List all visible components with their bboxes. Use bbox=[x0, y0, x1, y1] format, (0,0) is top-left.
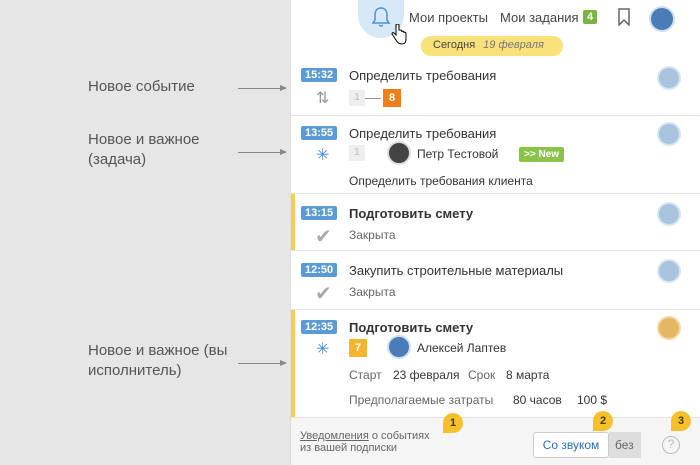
snowflake-icon: ✳ bbox=[316, 147, 330, 164]
notifications-link[interactable]: Уведомления bbox=[300, 430, 369, 442]
start-date: 23 февраля bbox=[393, 368, 460, 382]
event-title[interactable]: Подготовить смету bbox=[349, 206, 473, 221]
annotation-arrow bbox=[238, 149, 287, 155]
author-avatar bbox=[657, 259, 681, 283]
annotation-new-important-assignee: Новое и важное (вы исполнитель) bbox=[88, 342, 228, 379]
counter-orange: 8 bbox=[383, 89, 401, 107]
event-item[interactable]: 15:32 Определить требования ⇅ 1 8 bbox=[291, 60, 700, 116]
due-label: Срок bbox=[468, 368, 496, 382]
today-divider: Сегодня 19 февраля bbox=[421, 36, 563, 56]
footer-text-1: о событиях bbox=[371, 430, 430, 442]
cost-hours: 80 часов bbox=[513, 393, 562, 407]
help-icon[interactable]: ? bbox=[662, 436, 680, 454]
panel-header: Мои проекты Мои задания 4 Сегодня 19 февр… bbox=[291, 0, 700, 60]
swap-arrows-icon: ⇅ bbox=[316, 90, 330, 107]
event-item[interactable]: 13:15 Подготовить смету ✔ Закрыта bbox=[291, 194, 700, 251]
divider-line bbox=[365, 98, 381, 99]
cost-label: Предполагаемые затраты bbox=[349, 393, 494, 407]
annotation-arrow bbox=[238, 85, 287, 91]
hand-cursor-icon bbox=[391, 24, 407, 45]
today-date: 19 февраля bbox=[483, 39, 544, 51]
author-avatar bbox=[657, 202, 681, 226]
person-name[interactable]: Алексей Лаптев bbox=[417, 341, 506, 355]
my-projects-link[interactable]: Мои проекты bbox=[409, 10, 488, 25]
counter-gray: 1 bbox=[349, 90, 365, 106]
callout-bubble: 1 bbox=[443, 413, 463, 433]
event-time: 12:35 bbox=[301, 320, 338, 334]
event-description: Определить требования клиента bbox=[349, 174, 533, 188]
event-status: Закрыта bbox=[349, 285, 396, 299]
author-avatar bbox=[657, 66, 681, 90]
event-item[interactable]: 13:55 Определить требования ✳ 1 Петр Тес… bbox=[291, 116, 700, 194]
counter-yellow: 7 bbox=[349, 339, 367, 357]
today-label: Сегодня bbox=[433, 39, 476, 51]
callout-bubble: 3 bbox=[671, 411, 691, 431]
checkmark-icon: ✔ bbox=[315, 226, 332, 248]
checkmark-icon: ✔ bbox=[315, 283, 332, 305]
footer-text-2: из вашей подписки bbox=[300, 442, 398, 454]
event-title[interactable]: Закупить строительные материалы bbox=[349, 263, 563, 278]
user-avatar[interactable] bbox=[649, 6, 675, 32]
counter-gray: 1 bbox=[349, 145, 365, 161]
event-time: 15:32 bbox=[301, 68, 338, 82]
event-item[interactable]: 12:35 Подготовить смету ✳ 7 Алексей Лапт… bbox=[291, 310, 700, 418]
annotation-pane: Новое событие Новое и важное (задача) Но… bbox=[0, 0, 290, 465]
start-label: Старт bbox=[349, 368, 382, 382]
bookmark-icon[interactable] bbox=[617, 8, 631, 26]
annotation-arrow bbox=[238, 360, 287, 366]
new-badge: >> New bbox=[519, 147, 565, 162]
notification-panel: Мои проекты Мои задания 4 Сегодня 19 февр… bbox=[290, 0, 700, 465]
person-avatar bbox=[387, 335, 411, 359]
event-title[interactable]: Определить требования bbox=[349, 126, 496, 141]
event-title[interactable]: Определить требования bbox=[349, 68, 496, 83]
footer-subscription-text: Уведомления о событиях из вашей подписки bbox=[300, 430, 430, 454]
callout-bubble: 2 bbox=[593, 411, 613, 431]
event-time: 13:55 bbox=[301, 126, 338, 140]
bell-icon bbox=[371, 7, 391, 27]
event-title[interactable]: Подготовить смету bbox=[349, 320, 473, 335]
event-time: 12:50 bbox=[301, 263, 338, 277]
event-item[interactable]: 12:50 Закупить строительные материалы ✔ … bbox=[291, 251, 700, 310]
person-name[interactable]: Петр Тестовой bbox=[417, 147, 498, 161]
author-avatar bbox=[657, 316, 681, 340]
author-avatar bbox=[657, 122, 681, 146]
annotation-new-important-task: Новое и важное (задача) bbox=[88, 131, 200, 168]
my-tasks-link[interactable]: Мои задания bbox=[500, 10, 579, 25]
tasks-count-badge: 4 bbox=[583, 10, 598, 24]
person-avatar bbox=[387, 141, 411, 165]
event-status: Закрыта bbox=[349, 228, 396, 242]
panel-footer: Уведомления о событиях из вашей подписки… bbox=[291, 418, 700, 465]
due-date: 8 марта bbox=[506, 368, 550, 382]
annotation-new-event: Новое событие bbox=[88, 78, 195, 95]
sound-off-button[interactable]: без bbox=[609, 432, 641, 458]
event-time: 13:15 bbox=[301, 206, 338, 220]
sound-on-button[interactable]: Со звуком bbox=[533, 432, 609, 458]
cost-money: 100 $ bbox=[577, 393, 608, 407]
snowflake-icon: ✳ bbox=[316, 341, 330, 358]
